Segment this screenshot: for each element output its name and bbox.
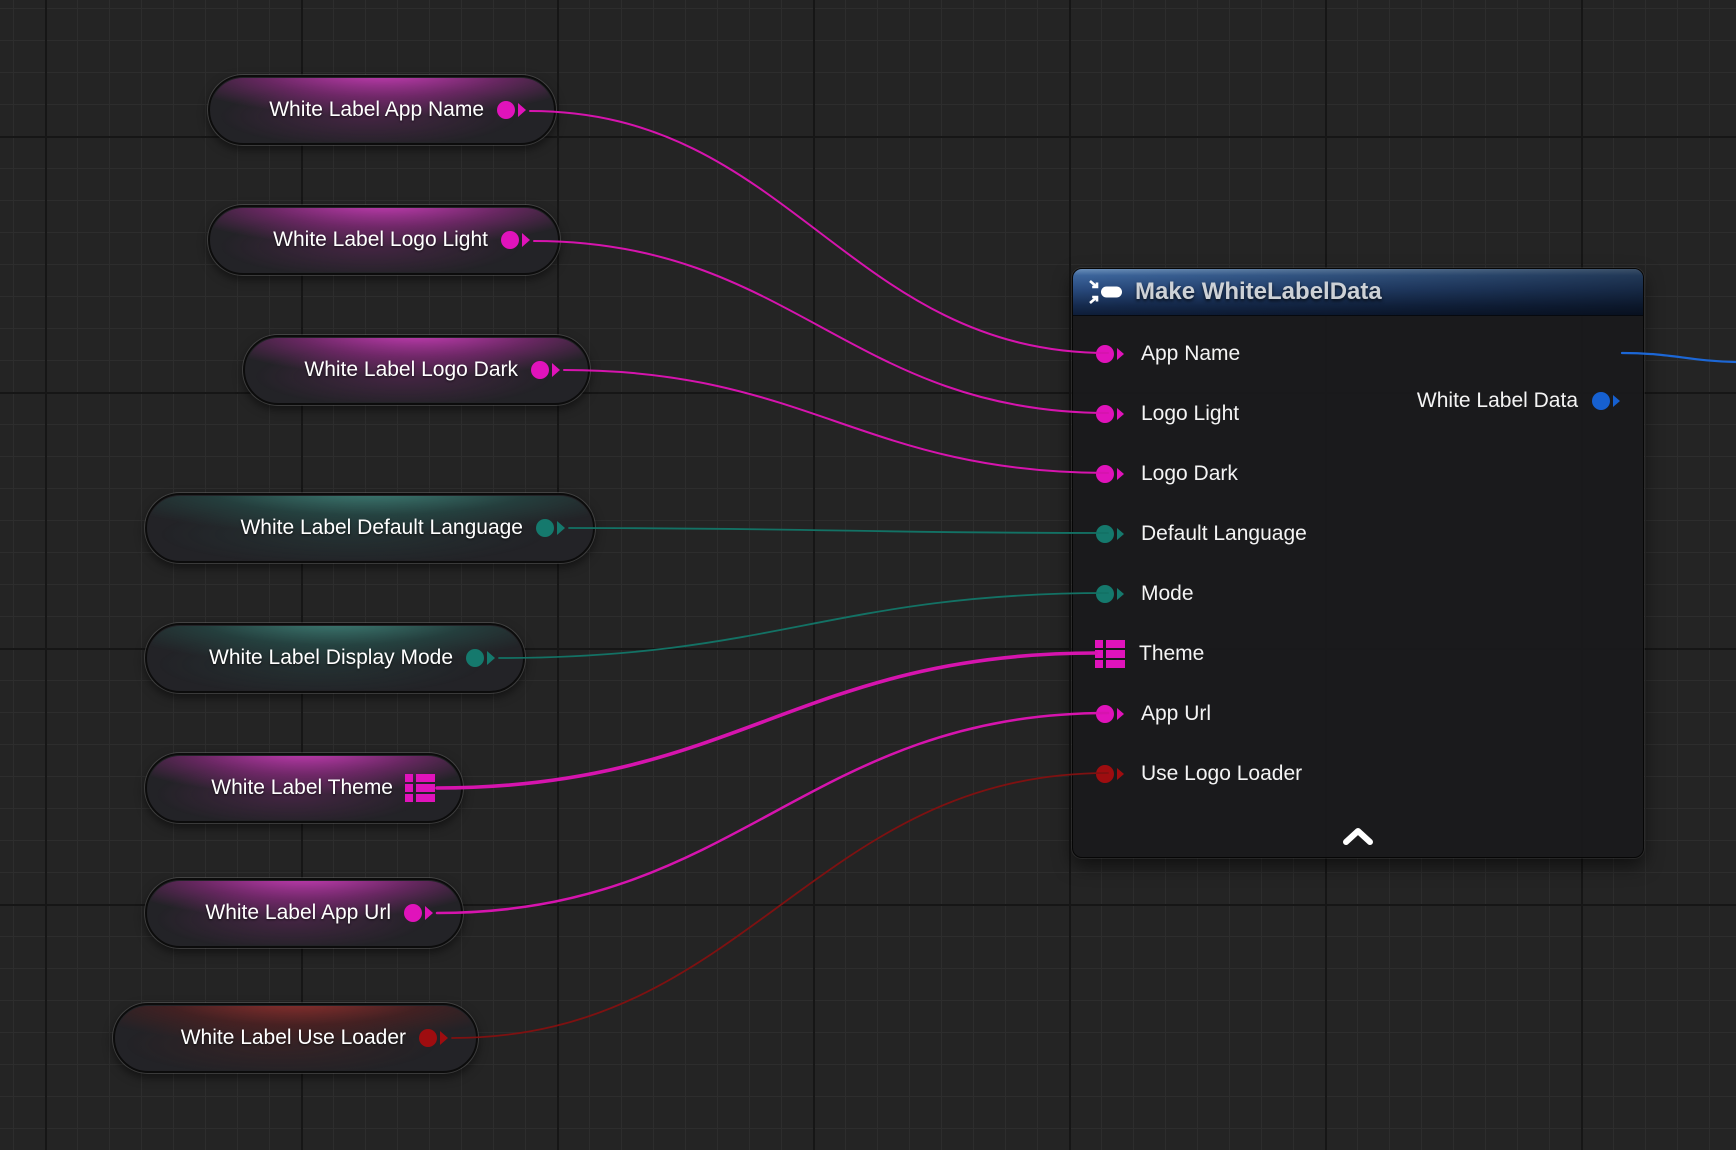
- wire-display-mode[interactable]: [499, 593, 1108, 658]
- getter-node-label: White Label Logo Dark: [304, 358, 518, 382]
- wire-default-language[interactable]: [569, 528, 1108, 533]
- input-pin-label: Mode: [1141, 582, 1194, 606]
- output-pin-icon[interactable]: [403, 902, 435, 924]
- getter-node-white-label-use-loader[interactable]: White Label Use Loader: [113, 1003, 478, 1073]
- input-pin-row-use-logo-loader[interactable]: Use Logo Loader: [1073, 744, 1643, 804]
- input-pin-label: Logo Dark: [1141, 462, 1238, 486]
- input-pin-row-app-url[interactable]: App Url: [1073, 684, 1643, 744]
- output-pin-icon[interactable]: [1591, 390, 1623, 412]
- collapse-node-button[interactable]: [1341, 827, 1375, 847]
- node-title: Make WhiteLabelData: [1135, 278, 1382, 306]
- input-pin-icon[interactable]: [1095, 703, 1127, 725]
- getter-node-white-label-app-url[interactable]: White Label App Url: [145, 878, 463, 948]
- struct-pin-icon[interactable]: [405, 773, 435, 803]
- wire-logo-dark[interactable]: [564, 370, 1108, 473]
- output-pin-label: White Label Data: [1417, 389, 1578, 413]
- getter-node-white-label-logo-dark[interactable]: White Label Logo Dark: [243, 335, 590, 405]
- wire-app-url[interactable]: [437, 713, 1108, 913]
- make-whitelabeldata-node[interactable]: Make WhiteLabelData App Name Logo Light …: [1072, 268, 1644, 858]
- output-pin-icon[interactable]: [500, 229, 532, 251]
- getter-node-white-label-default-language[interactable]: White Label Default Language: [145, 493, 595, 563]
- input-pin-icon[interactable]: [1095, 523, 1127, 545]
- getter-node-label: White Label Use Loader: [181, 1026, 406, 1050]
- wire-logo-light[interactable]: [534, 241, 1108, 413]
- output-pin-row-white-label-data[interactable]: White Label Data: [1417, 371, 1623, 431]
- output-pin-icon[interactable]: [465, 647, 497, 669]
- wire-app-name[interactable]: [530, 111, 1108, 353]
- output-pin-icon[interactable]: [530, 359, 562, 381]
- getter-node-white-label-app-name[interactable]: White Label App Name: [208, 75, 556, 145]
- struct-pin-icon[interactable]: [1095, 639, 1125, 669]
- input-pin-row-logo-dark[interactable]: Logo Dark: [1073, 444, 1643, 504]
- wire-use-loader[interactable]: [452, 773, 1108, 1038]
- input-pin-icon[interactable]: [1095, 583, 1127, 605]
- make-struct-icon: [1087, 279, 1123, 305]
- getter-node-white-label-theme[interactable]: White Label Theme: [145, 753, 463, 823]
- input-pin-icon[interactable]: [1095, 403, 1127, 425]
- input-pin-icon[interactable]: [1095, 763, 1127, 785]
- wire-theme[interactable]: [437, 653, 1096, 788]
- getter-node-label: White Label Default Language: [240, 516, 523, 540]
- node-header[interactable]: Make WhiteLabelData: [1073, 269, 1643, 316]
- input-pin-row-theme[interactable]: Theme: [1073, 624, 1643, 684]
- input-pin-label: App Name: [1141, 342, 1240, 366]
- getter-node-white-label-display-mode[interactable]: White Label Display Mode: [145, 623, 525, 693]
- getter-node-white-label-logo-light[interactable]: White Label Logo Light: [208, 205, 560, 275]
- input-pin-label: Theme: [1139, 642, 1204, 666]
- getter-node-label: White Label App Url: [205, 901, 391, 925]
- output-pin-icon[interactable]: [535, 517, 567, 539]
- getter-node-label: White Label App Name: [269, 98, 484, 122]
- getter-node-label: White Label Display Mode: [209, 646, 453, 670]
- input-pin-label: Use Logo Loader: [1141, 762, 1302, 786]
- input-pin-row-default-language[interactable]: Default Language: [1073, 504, 1643, 564]
- getter-node-label: White Label Logo Light: [273, 228, 488, 252]
- output-pin-icon[interactable]: [496, 99, 528, 121]
- input-pin-row-mode[interactable]: Mode: [1073, 564, 1643, 624]
- input-pin-label: Logo Light: [1141, 402, 1239, 426]
- getter-node-label: White Label Theme: [211, 776, 393, 800]
- input-pin-icon[interactable]: [1095, 463, 1127, 485]
- input-pin-label: Default Language: [1141, 522, 1307, 546]
- blueprint-graph-canvas[interactable]: White Label App Name White Label Logo Li…: [0, 0, 1736, 1150]
- input-pin-icon[interactable]: [1095, 343, 1127, 365]
- input-pin-label: App Url: [1141, 702, 1211, 726]
- output-pin-icon[interactable]: [418, 1027, 450, 1049]
